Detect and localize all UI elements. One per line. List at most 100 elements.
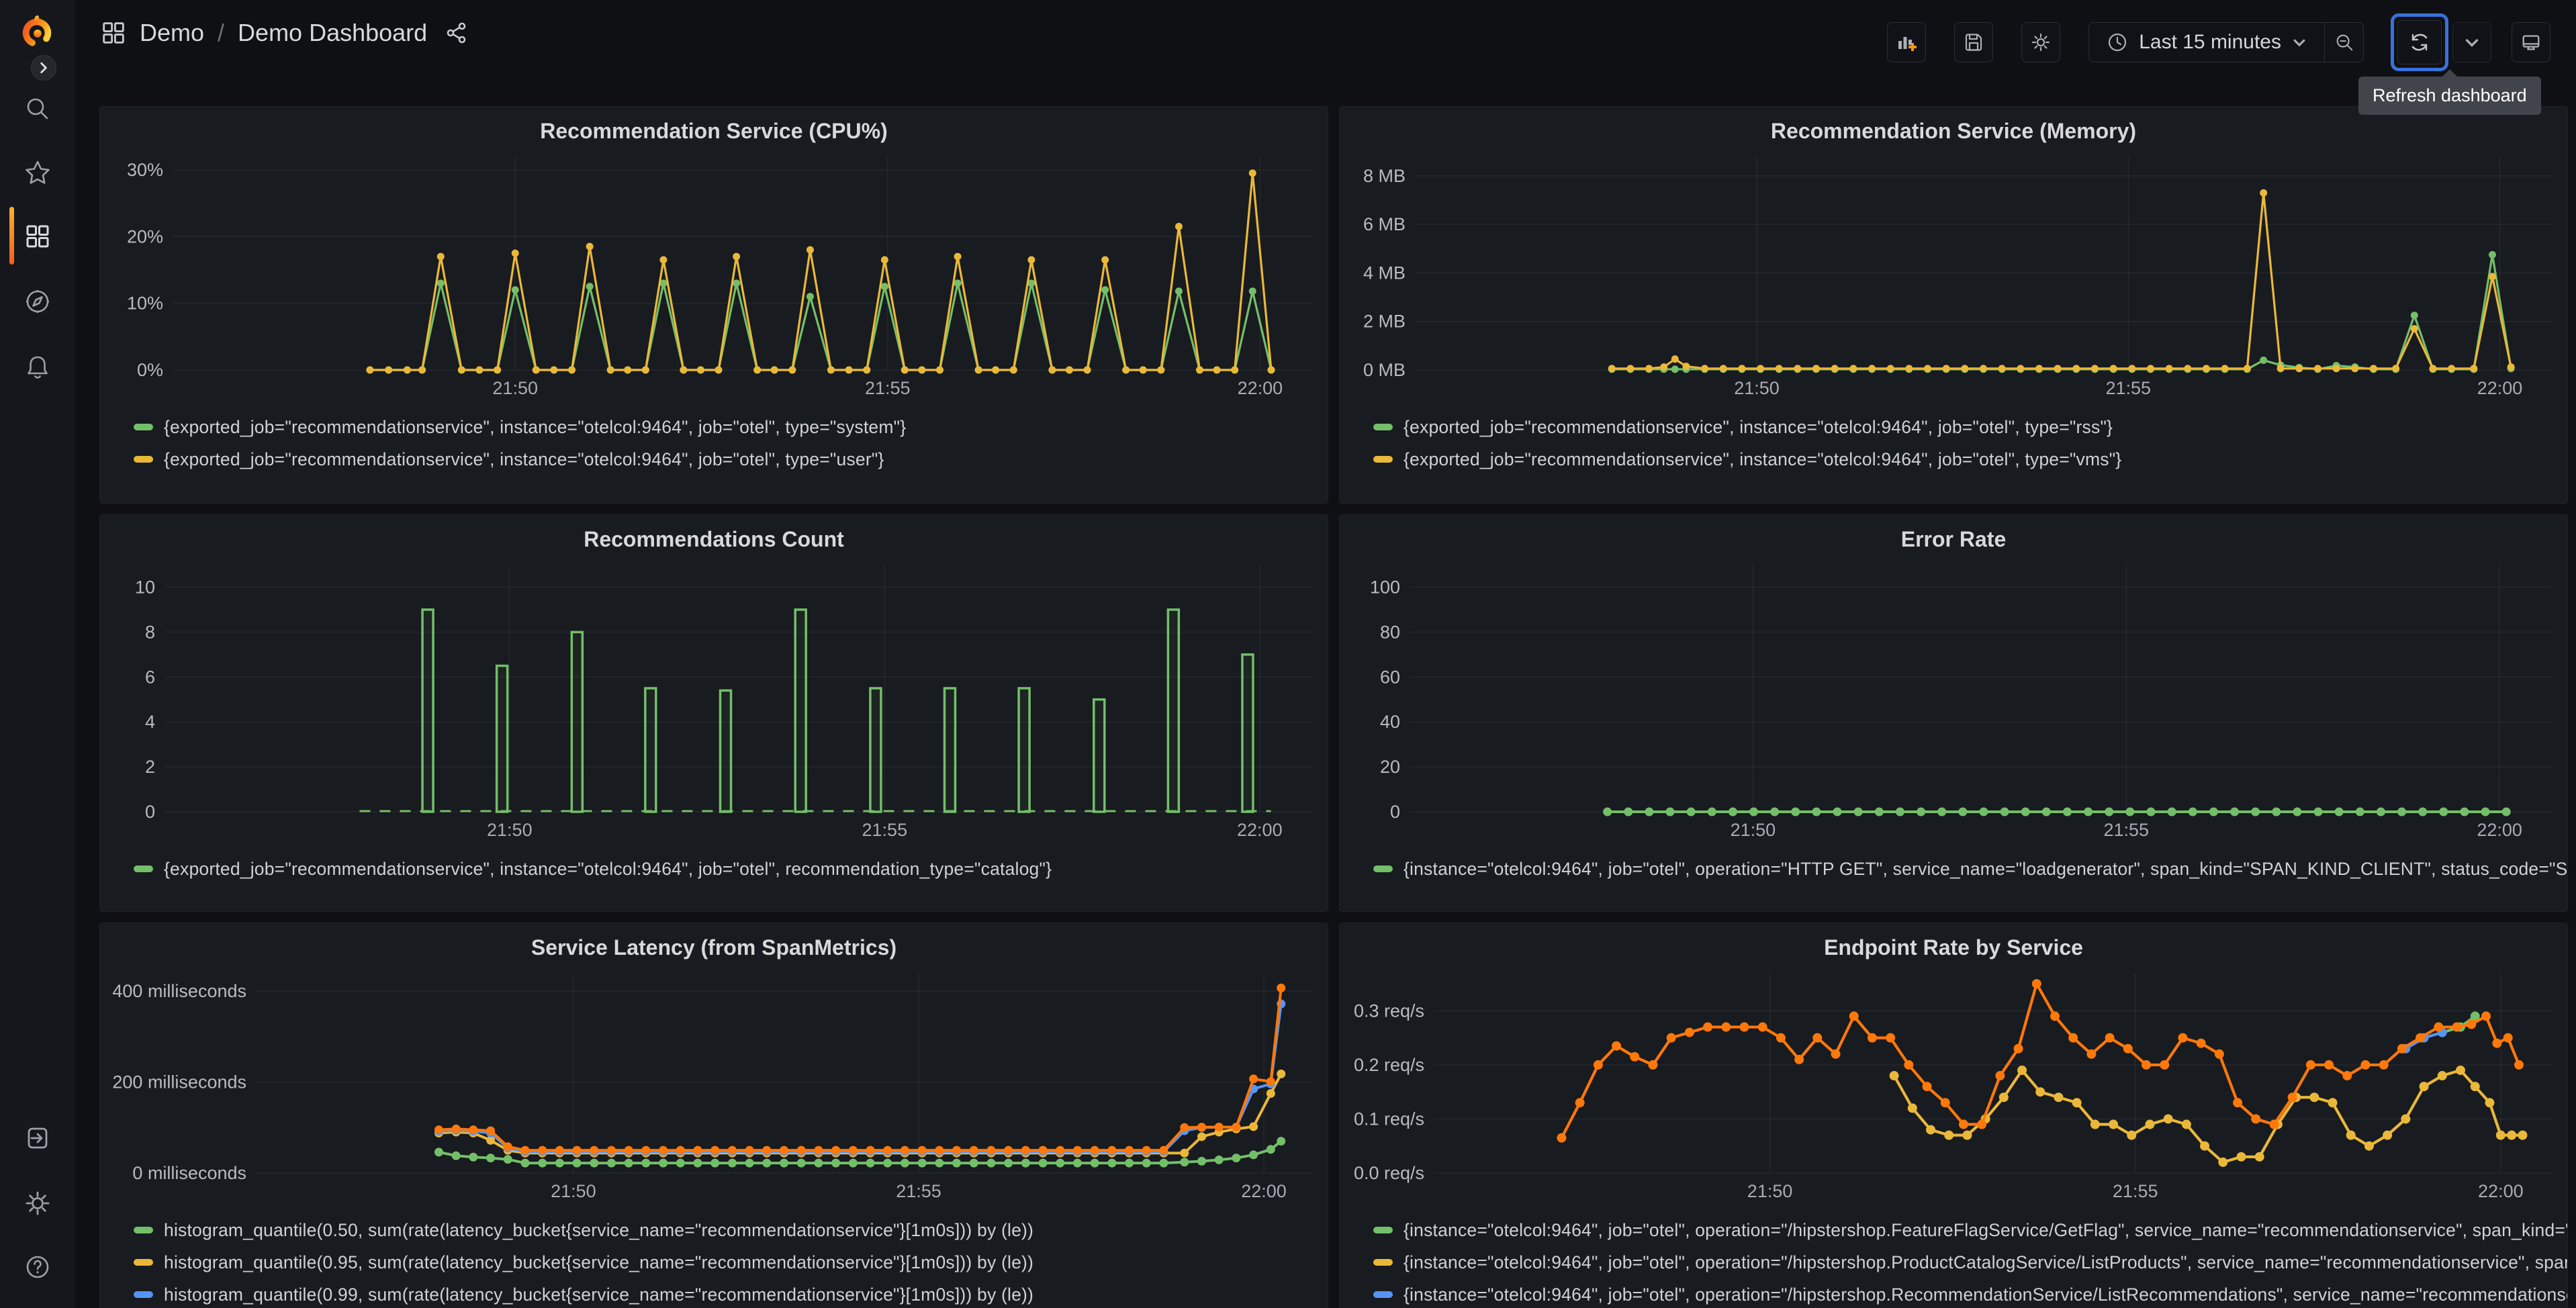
- svg-text:21:55: 21:55: [2104, 820, 2150, 840]
- chart-axis-labels: 21:50 21:55 22:00 0 milliseconds 200 millise…: [112, 981, 1286, 1201]
- svg-text:2 MB: 2 MB: [1363, 312, 1406, 332]
- legend: {exported_job="recommendationservice", i…: [1340, 404, 2567, 475]
- grafana-dashboard: Demo / Demo Dashboard Last 15 minutes Re…: [0, 0, 2576, 1308]
- svg-text:21:55: 21:55: [2113, 1181, 2158, 1201]
- svg-text:0.2 req/s: 0.2 req/s: [1354, 1055, 1424, 1075]
- svg-text:4 MB: 4 MB: [1363, 263, 1406, 283]
- sidebar-expand-button[interactable]: [31, 55, 56, 81]
- legend-item[interactable]: {instance="otelcol:9464", job="otel", op…: [1373, 1278, 2567, 1308]
- svg-text:60: 60: [1380, 667, 1400, 687]
- svg-text:4: 4: [145, 712, 155, 732]
- series-http-get-errors: [1603, 807, 2511, 816]
- legend-swatch-icon: [134, 424, 153, 430]
- svg-text:40: 40: [1380, 712, 1400, 732]
- chart-grid: [1410, 565, 2552, 812]
- svg-text:10%: 10%: [127, 293, 163, 314]
- sidebar-item-settings[interactable]: [23, 1188, 52, 1218]
- time-range-group: Last 15 minutes: [2088, 22, 2364, 62]
- legend-item[interactable]: histogram_quantile(0.50, sum(rate(latenc…: [134, 1214, 1328, 1246]
- time-range-picker[interactable]: Last 15 minutes: [2088, 22, 2325, 62]
- save-dashboard-button[interactable]: [1954, 22, 1994, 62]
- legend-label: {exported_job="recommendationservice", i…: [164, 416, 907, 437]
- breadcrumb-separator: /: [218, 19, 225, 46]
- svg-text:22:00: 22:00: [1237, 820, 1283, 840]
- panel-title[interactable]: Recommendations Count: [100, 515, 1328, 554]
- zoom-out-time-button[interactable]: [2325, 22, 2364, 62]
- sidebar: [0, 0, 75, 1308]
- breadcrumb-dashboard-title[interactable]: Demo Dashboard: [238, 19, 427, 47]
- svg-text:21:50: 21:50: [1731, 820, 1776, 840]
- series-get_product_list: [1557, 979, 2524, 1143]
- legend-label: {exported_job="recommendationservice", i…: [164, 449, 884, 469]
- sidebar-item-explore[interactable]: [23, 287, 52, 316]
- legend-item[interactable]: {exported_job="recommendationservice", i…: [1373, 443, 2567, 475]
- add-panel-button[interactable]: [1887, 22, 1927, 62]
- top-navbar: Demo / Demo Dashboard Last 15 minutes: [0, 0, 2576, 71]
- sidebar-item-help[interactable]: [23, 1252, 52, 1282]
- legend-item[interactable]: {instance="otelcol:9464", job="otel", op…: [1373, 1246, 2567, 1278]
- svg-text:22:00: 22:00: [1238, 378, 1283, 398]
- sidebar-item-search[interactable]: [23, 94, 52, 124]
- legend-label: {exported_job="recommendationservice", i…: [1404, 449, 2122, 469]
- legend-item[interactable]: {exported_job="recommendationservice", i…: [134, 853, 1328, 885]
- sidebar-active-indicator: [9, 207, 14, 265]
- svg-text:6 MB: 6 MB: [1363, 214, 1406, 234]
- panel-error-rate: Error Rate 21:50 21:55 22:00 0 20 40 60 80 100 {in…: [1339, 514, 2568, 912]
- panel-endpoint-rate: Endpoint Rate by Service 21:50 21:55 22:00 0…: [1339, 923, 2568, 1308]
- legend-item[interactable]: {exported_job="recommendationservice", i…: [1373, 411, 2567, 443]
- legend-swatch-icon: [134, 456, 153, 463]
- dashboard-canvas: Recommendation Service (CPU%) 21:50 21:55 2…: [75, 67, 2576, 1308]
- legend-swatch-icon: [134, 866, 153, 872]
- sidebar-item-starred[interactable]: [23, 158, 52, 187]
- breadcrumb-folder[interactable]: Demo: [140, 19, 204, 47]
- panel-title[interactable]: Error Rate: [1340, 515, 2567, 554]
- chart-grid: [256, 973, 1312, 1174]
- chart-axis-labels: 21:50 21:55 22:00 0.0 req/s 0.1 req/s 0.2 req…: [1354, 1000, 2524, 1201]
- legend-label: {exported_job="recommendationservice", i…: [1404, 416, 2113, 437]
- sidebar-item-sign-in[interactable]: [23, 1123, 52, 1153]
- svg-text:400 milliseconds: 400 milliseconds: [112, 981, 246, 1001]
- refresh-interval-dropdown[interactable]: [2452, 22, 2491, 62]
- cycle-view-mode-button[interactable]: [2512, 22, 2550, 62]
- legend-item[interactable]: histogram_quantile(0.99, sum(rate(latenc…: [134, 1278, 1328, 1308]
- legend-item[interactable]: {instance="otelcol:9464", job="otel", op…: [1373, 853, 2567, 885]
- legend-swatch-icon: [1373, 456, 1393, 463]
- svg-text:0: 0: [1390, 802, 1400, 822]
- share-icon[interactable]: [445, 21, 469, 45]
- panel-title[interactable]: Service Latency (from SpanMetrics): [100, 923, 1328, 962]
- legend: {instance="otelcol:9464", job="otel", op…: [1340, 846, 2567, 885]
- legend-item[interactable]: {exported_job="recommendationservice", i…: [134, 443, 1328, 475]
- legend-item[interactable]: {instance="otelcol:9464", job="otel", op…: [1373, 1214, 2567, 1246]
- sidebar-item-alerting[interactable]: [23, 353, 52, 382]
- legend-swatch-icon: [134, 1259, 153, 1266]
- legend-item[interactable]: {exported_job="recommendationservice", i…: [134, 411, 1328, 443]
- svg-text:22:00: 22:00: [2477, 820, 2522, 840]
- svg-text:8: 8: [145, 622, 155, 642]
- legend-swatch-icon: [1373, 1227, 1393, 1233]
- sidebar-item-dashboards[interactable]: [23, 222, 52, 251]
- chart-grid: [173, 156, 1312, 371]
- svg-text:22:00: 22:00: [2478, 1181, 2524, 1201]
- panel-title[interactable]: Endpoint Rate by Service: [1340, 923, 2567, 962]
- svg-text:80: 80: [1380, 622, 1400, 642]
- svg-text:21:55: 21:55: [865, 378, 911, 398]
- svg-text:21:50: 21:50: [487, 820, 533, 840]
- chart-recommendation-memory: 21:50 21:55 22:00 0 MB 2 MB 4 MB 6 MB 8 MB: [1363, 156, 2552, 398]
- dashboard-settings-button[interactable]: [2021, 22, 2061, 62]
- svg-text:8 MB: 8 MB: [1363, 166, 1406, 186]
- svg-text:0%: 0%: [137, 360, 163, 380]
- svg-text:30%: 30%: [127, 160, 163, 180]
- panel-title[interactable]: Recommendation Service (CPU%): [100, 107, 1328, 146]
- legend-item[interactable]: histogram_quantile(0.95, sum(rate(latenc…: [134, 1246, 1328, 1278]
- dashboard-toolbar: Last 15 minutes: [1859, 13, 2550, 71]
- chart-error-rate: 21:50 21:55 22:00 0 20 40 60 80 100: [1370, 565, 2552, 840]
- panel-recommendation-memory: Recommendation Service (Memory) 21:50 21:5…: [1339, 106, 2568, 504]
- panel-service-latency: Service Latency (from SpanMetrics) 21:50 2…: [99, 923, 1328, 1308]
- svg-text:20: 20: [1380, 757, 1400, 777]
- svg-text:0.3 req/s: 0.3 req/s: [1354, 1000, 1424, 1021]
- legend: {exported_job="recommendationservice", i…: [100, 404, 1328, 475]
- grafana-logo-icon[interactable]: [19, 13, 55, 50]
- legend-label: {instance="otelcol:9464", job="otel", op…: [1404, 1252, 2567, 1272]
- series-p99: [434, 999, 1286, 1156]
- chart-service-latency: 21:50 21:55 22:00 0 milliseconds 200 millise…: [112, 973, 1312, 1201]
